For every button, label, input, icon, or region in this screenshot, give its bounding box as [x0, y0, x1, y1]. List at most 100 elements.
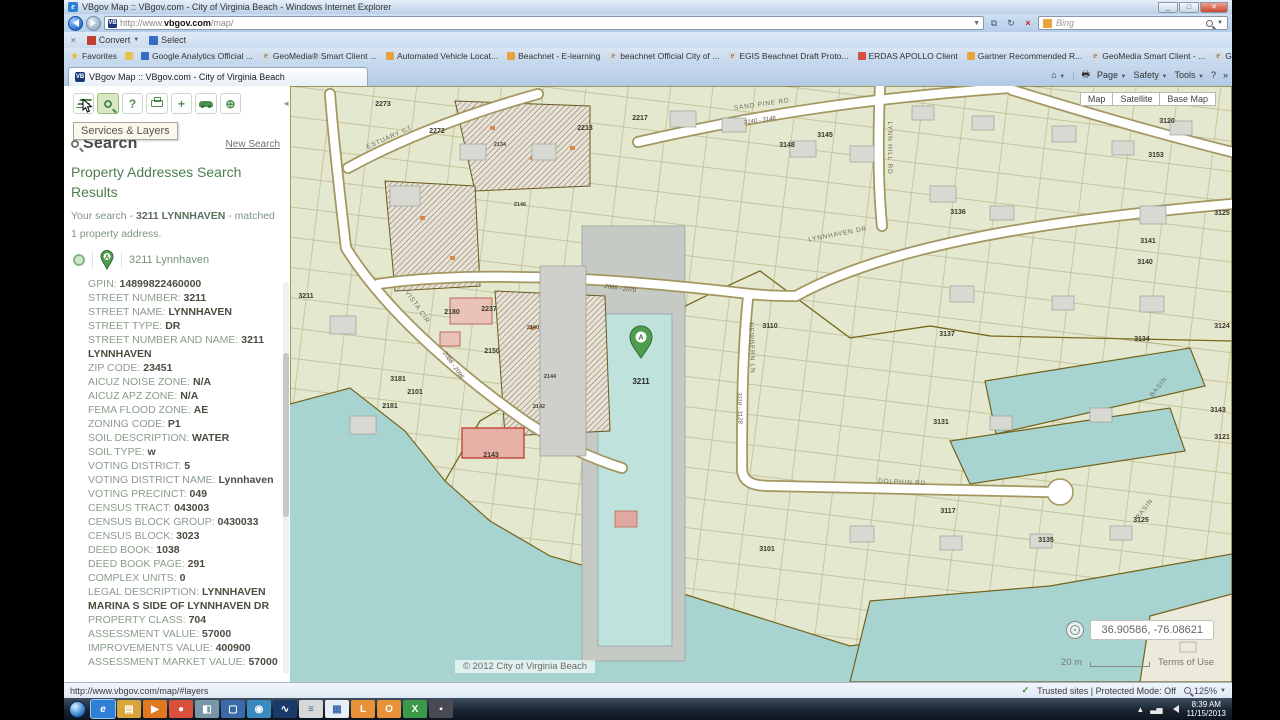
new-search-link[interactable]: New Search [226, 139, 280, 150]
favorite-link-1[interactable]: eGeoMedia® Smart Client ... [262, 51, 377, 61]
overflow-chevron-icon[interactable]: » [1223, 70, 1228, 80]
network-icon[interactable]: ▃▅ [1150, 705, 1162, 714]
url-field[interactable]: VB http://www.vbgov.com/map/ ▼ [104, 16, 984, 30]
favorite-link-3[interactable]: Beachnet - E-learning [507, 51, 600, 61]
vehicle-tool-button[interactable] [195, 93, 216, 114]
start-button[interactable] [69, 701, 86, 718]
detail-label: AICUZ NOISE ZONE: [88, 376, 193, 388]
taskbar-icon-search-globe[interactable]: ◉ [247, 700, 271, 718]
locate-icon[interactable] [1066, 621, 1084, 639]
window-title: VBgov Map :: VBgov.com - City of Virgini… [82, 2, 391, 12]
stop-button[interactable]: × [1021, 16, 1035, 30]
taskbar-icon-excel[interactable]: X [403, 700, 427, 718]
search-icon[interactable] [1206, 20, 1213, 27]
collapse-panel-icon[interactable]: ◄ [282, 99, 290, 114]
minimize-button[interactable]: _ [1158, 2, 1178, 13]
result-address[interactable]: 3211 Lynnhaven [129, 254, 209, 266]
maximize-button[interactable]: □ [1179, 2, 1199, 13]
taskbar-icon-chrome[interactable]: ● [169, 700, 193, 718]
address-bar: VB http://www.vbgov.com/map/ ▼ ⧉ ↻ × Bin… [64, 14, 1232, 32]
taskbar-icon-document-viewer[interactable]: ≡ [299, 700, 323, 718]
scrollbar-thumb[interactable] [283, 353, 289, 518]
detail-value: 14899822460000 [120, 278, 202, 290]
parcel-map[interactable]: A 3211 ESTUARY CTSAND PINE RDLYNN HILL R… [290, 86, 1232, 682]
result-item[interactable]: A 3211 Lynnhaven [73, 250, 280, 270]
search-dropdown-icon[interactable]: ▼ [1217, 20, 1223, 26]
tools-menu[interactable]: Tools ▼ [1174, 70, 1203, 80]
taskbar-icon-computer-security[interactable]: ▢ [221, 700, 245, 718]
taskbar-icon-blue-app[interactable]: ∿ [273, 700, 297, 718]
favorites-button[interactable]: ★ Favorites [70, 51, 117, 62]
result-toggle-icon[interactable] [73, 254, 85, 266]
favicon: e [1214, 52, 1222, 60]
title-bar[interactable]: e VBgov Map :: VBgov.com - City of Virgi… [64, 0, 1232, 14]
favorite-label: GeoMedia Smart Client - ... [1102, 51, 1205, 61]
favicon: e [728, 52, 736, 60]
safety-menu[interactable]: Safety ▼ [1134, 70, 1168, 80]
close-button[interactable]: ✕ [1200, 2, 1228, 13]
results-summary: Your search - 3211 LYNNHAVEN - matched 1… [71, 207, 280, 243]
page-menu[interactable]: Page ▼ [1097, 70, 1127, 80]
video-frame: e VBgov Map :: VBgov.com - City of Virgi… [0, 0, 1280, 720]
search-tool-button[interactable] [97, 93, 118, 114]
taskbar-icon-lync[interactable]: L [351, 700, 375, 718]
taskbar-icon-form-app[interactable]: ▦ [325, 700, 349, 718]
detail-value: 23451 [143, 362, 172, 374]
locate-tool-button[interactable]: ⊕ [220, 93, 241, 114]
terms-link[interactable]: Terms of Use [1158, 657, 1214, 668]
speaker-icon[interactable] [1169, 705, 1179, 713]
taskbar-icon-windows-explorer[interactable]: ▤ [117, 700, 141, 718]
help-tool-button[interactable]: ? [122, 93, 143, 114]
refresh-button[interactable]: ↻ [1004, 16, 1018, 30]
taskbar-icon-media-player[interactable]: ▶ [143, 700, 167, 718]
detail-row: AICUZ NOISE ZONE: N/A [88, 375, 278, 389]
taskbar-icon-outlook[interactable]: O [377, 700, 401, 718]
satellite-button[interactable]: Satellite [1113, 92, 1160, 106]
sidebar-scrollbar[interactable] [283, 282, 289, 674]
favorite-link-5[interactable]: eEGIS Beachnet Draft Proto... [728, 51, 848, 61]
favorite-label: Gartner Recommended R... [978, 51, 1082, 61]
add-tool-button[interactable]: + [171, 93, 192, 114]
back-button[interactable] [68, 16, 83, 31]
forward-button[interactable] [86, 16, 101, 31]
parcel-number-label: 3140 [1137, 259, 1153, 266]
convert-button[interactable]: Convert ▼ [87, 35, 139, 45]
taskbar-icon-database-tool[interactable]: ◧ [195, 700, 219, 718]
tab-title: VBgov Map :: VBgov.com - City of Virgini… [89, 72, 285, 82]
security-zone[interactable]: Trusted sites | Protected Mode: Off [1037, 686, 1176, 696]
taskbar-icon-dark-app[interactable]: ▪ [429, 700, 453, 718]
favorite-link-0[interactable]: Google Analytics Official ... [141, 51, 253, 61]
tooltip: Services & Layers [73, 122, 178, 140]
detail-value: 291 [188, 558, 206, 570]
print-tool-button[interactable] [146, 93, 167, 114]
detail-value: w [148, 446, 156, 458]
taskbar-icon-internet-explorer[interactable]: e [91, 700, 115, 718]
favorite-link-6[interactable]: ERDAS APOLLO Client [858, 51, 958, 61]
compatibility-view-button[interactable]: ⧉ [987, 16, 1001, 30]
print-button[interactable]: 🖶 [1082, 67, 1091, 83]
url-dropdown-icon[interactable]: ▼ [973, 20, 980, 27]
favorite-link-8[interactable]: eGeoMedia Smart Client - ... [1091, 51, 1205, 61]
favorite-link-4[interactable]: ebeachnet Official City of ... [609, 51, 719, 61]
map-button[interactable]: Map [1080, 92, 1114, 106]
help-button[interactable]: ? [1211, 70, 1216, 80]
detail-row: CENSUS BLOCK GROUP: 0430033 [88, 515, 278, 529]
select-button[interactable]: Select [149, 35, 186, 45]
add-favorite-button[interactable] [125, 52, 133, 60]
home-button[interactable]: ⌂ ▼ [1051, 70, 1065, 80]
zoom-control[interactable]: 125% ▼ [1184, 686, 1226, 696]
favorite-link-2[interactable]: Automated Vehicle Locat... [386, 51, 498, 61]
search-box[interactable]: Bing ▼ [1038, 16, 1228, 30]
hidden-icons-chevron[interactable]: ▲ [1136, 705, 1144, 714]
favorite-label: Geospatial Server Demo P... [1225, 51, 1232, 61]
favorite-link-9[interactable]: eGeospatial Server Demo P... [1214, 51, 1232, 61]
close-addon-bar-icon[interactable]: ✕ [70, 36, 77, 45]
favorite-link-7[interactable]: Gartner Recommended R... [967, 51, 1082, 61]
detail-value: 704 [189, 614, 207, 626]
tab-vbgov-map[interactable]: VB VBgov Map :: VBgov.com - City of Virg… [68, 67, 368, 86]
base-map-button[interactable]: Base Map [1160, 92, 1216, 106]
detail-value: 57000 [248, 656, 277, 668]
map-canvas[interactable]: A 3211 ESTUARY CTSAND PINE RDLYNN HILL R… [290, 86, 1232, 682]
detail-label: ZIP CODE: [88, 362, 143, 374]
clock[interactable]: 8:39 AM 11/15/2013 [1187, 700, 1226, 718]
